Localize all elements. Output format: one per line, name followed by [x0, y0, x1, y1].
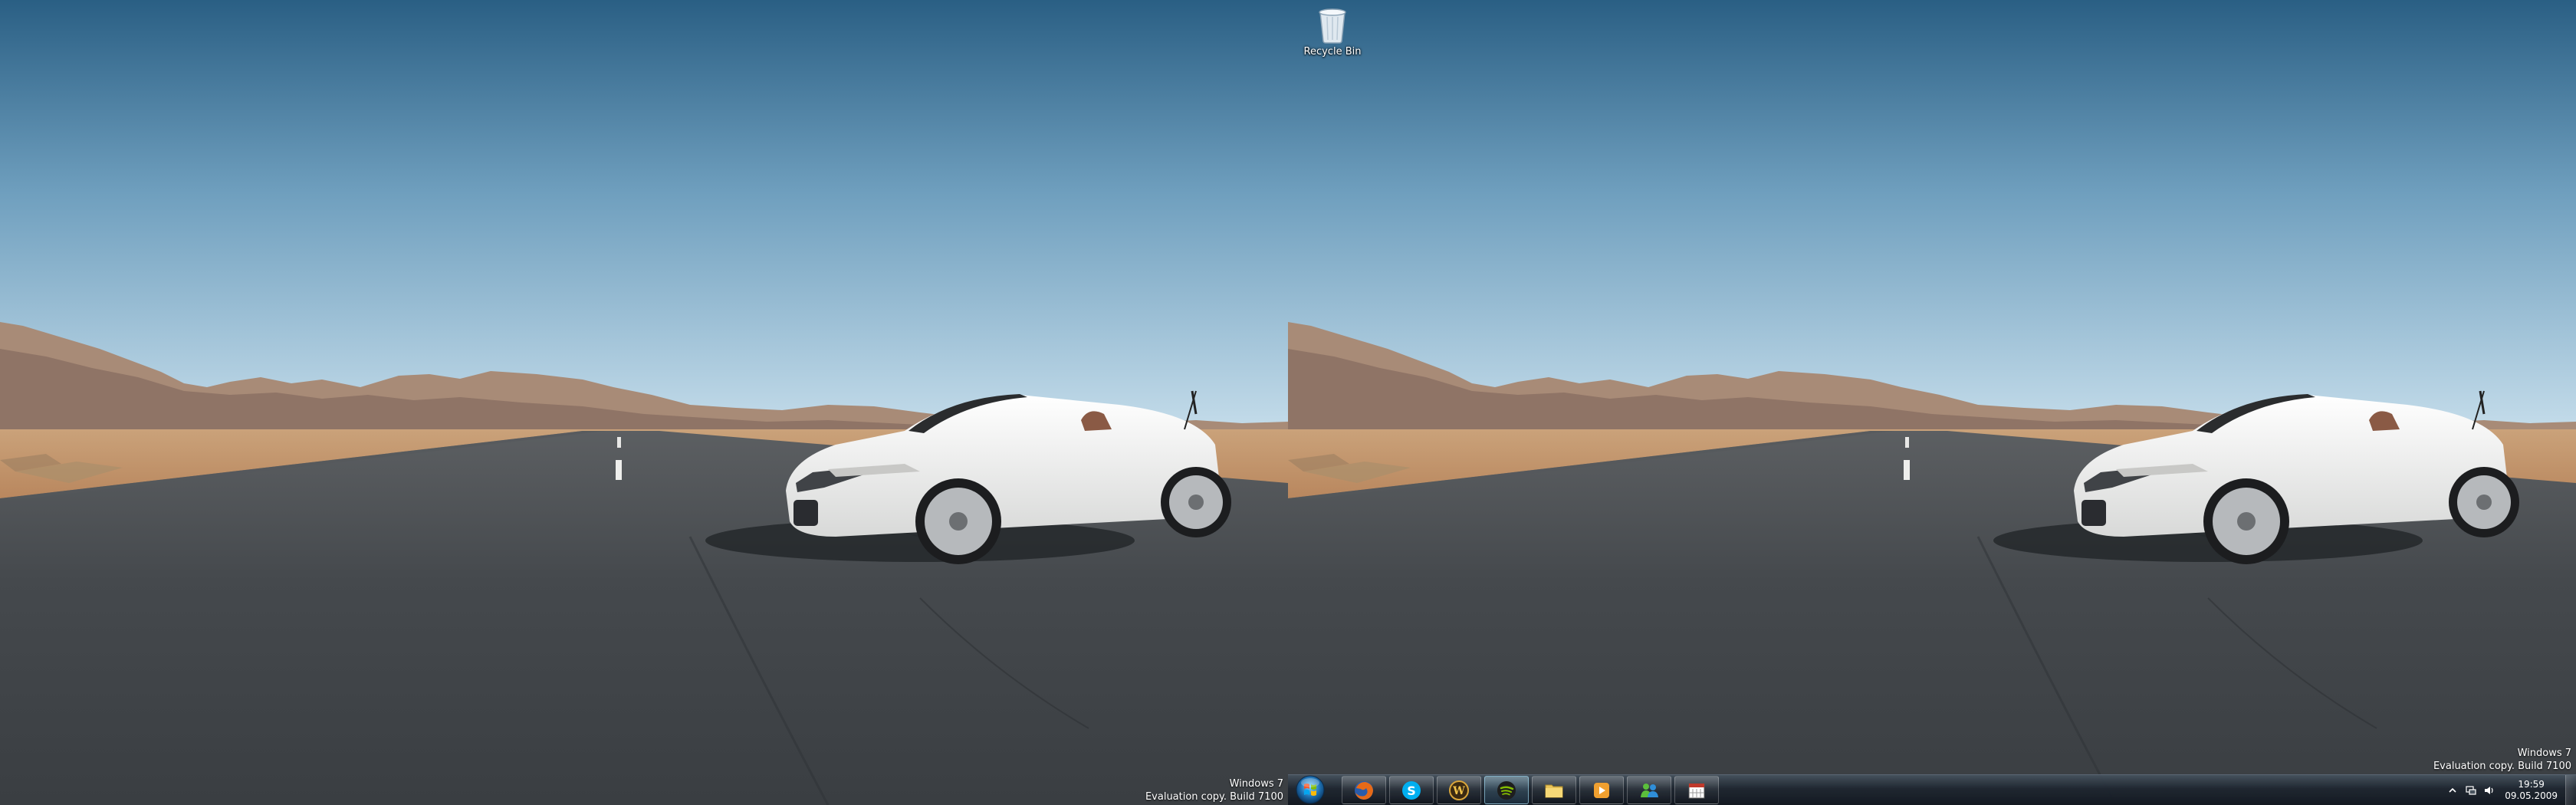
svg-text:W: W: [1452, 785, 1465, 797]
left-monitor: Windows 7 Evaluation copy. Build 7100: [0, 0, 1288, 805]
spotify-icon: [1497, 780, 1516, 800]
recycle-bin[interactable]: Recycle Bin: [1296, 5, 1369, 58]
volume-icon: [2485, 786, 2493, 794]
warcraft-icon: W: [1449, 780, 1469, 800]
skype-icon: S: [1402, 780, 1421, 800]
taskbar-firefox-button[interactable]: [1342, 776, 1386, 804]
taskbar-spotify-button[interactable]: [1484, 776, 1529, 804]
media-player-icon: [1594, 782, 1609, 798]
desktop-wallpaper: [1288, 0, 2576, 805]
taskbar-explorer-button[interactable]: [1532, 776, 1576, 804]
watermark-line-2: Evaluation copy. Build 7100: [1145, 791, 1283, 803]
windows-orb-icon: [1296, 775, 1325, 804]
firefox-icon: [1355, 780, 1373, 800]
windows-watermark: Windows 7 Evaluation copy. Build 7100: [2433, 747, 2571, 773]
messenger-icon: [1641, 783, 1658, 797]
network-button[interactable]: [2464, 784, 2478, 797]
calendar-icon: [1688, 783, 1705, 798]
taskbar-calendar-button[interactable]: [1674, 776, 1719, 804]
show-hidden-icons-button[interactable]: [2446, 784, 2459, 797]
watermark-line-1: Windows 7: [2517, 748, 2571, 759]
clock-date: 09.05.2009: [2505, 790, 2558, 801]
system-tray: 19:59 09.05.2009: [2443, 775, 2576, 805]
watermark-line-1: Windows 7: [1229, 778, 1283, 790]
taskbar-media-player-button[interactable]: [1579, 776, 1624, 804]
desktop-wallpaper: [0, 0, 1288, 805]
show-desktop-button[interactable]: [2565, 775, 2576, 805]
taskbar-messenger-button[interactable]: [1627, 776, 1671, 804]
start-button[interactable]: [1290, 774, 1331, 805]
show-hidden-icons-icon: [2449, 787, 2456, 793]
volume-button[interactable]: [2482, 784, 2496, 797]
network-icon: [2466, 785, 2476, 795]
svg-text:S: S: [1407, 784, 1416, 798]
taskbar: S W 19:59 09.05.2009: [1288, 774, 2576, 805]
recycle-bin-label: Recycle Bin: [1303, 46, 1362, 58]
recycle-bin-icon: [1319, 8, 1346, 44]
windows-watermark: Windows 7 Evaluation copy. Build 7100: [1145, 777, 1283, 803]
clock-time: 19:59: [2518, 778, 2545, 790]
right-monitor: Recycle Bin Windows 7 Evaluation copy. B…: [1288, 0, 2576, 805]
folder-icon: [1545, 784, 1563, 797]
taskbar-warcraft-button[interactable]: W: [1437, 776, 1481, 804]
clock[interactable]: 19:59 09.05.2009: [2499, 779, 2565, 802]
watermark-line-2: Evaluation copy. Build 7100: [2433, 761, 2571, 772]
taskbar-skype-button[interactable]: S: [1389, 776, 1434, 804]
